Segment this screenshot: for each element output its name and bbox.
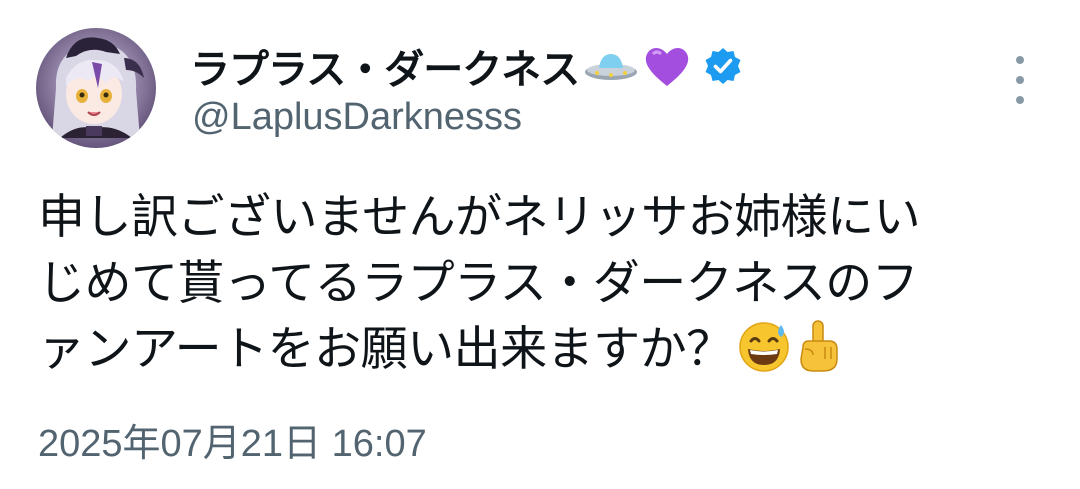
more-dot — [1016, 76, 1024, 84]
grinning-sweat-icon — [737, 319, 791, 391]
more-dot — [1016, 96, 1024, 104]
verified-badge-icon[interactable] — [703, 46, 743, 86]
more-vertical-icon[interactable] — [1004, 56, 1036, 104]
tweet-timestamp[interactable]: 2025年07月21日 16:07 — [38, 412, 427, 467]
tweet-card: ラプラス・ダークネス @LaplusDarknesss 申し訳ございませんがネリ… — [0, 0, 1080, 489]
display-name-row: ラプラス・ダークネス — [190, 38, 743, 94]
avatar-image — [36, 28, 156, 148]
display-name[interactable]: ラプラス・ダークネス — [190, 37, 580, 95]
pointing-up-icon — [795, 319, 841, 391]
more-dot — [1016, 56, 1024, 64]
tweet-text-line-content: ァンアートをお願い出来ますか？ — [38, 322, 733, 377]
tweet-text-line: じめて貰ってるラプラス・ダークネスのフ — [38, 256, 919, 311]
avatar[interactable] — [36, 28, 156, 148]
tweet-text-line: 申し訳ございませんがネリッサお姉様にい — [38, 190, 921, 245]
author-handle[interactable]: @LaplusDarknesss — [192, 96, 522, 139]
purple-heart-icon — [643, 44, 691, 88]
tweet-text-line-last: ァンアートをお願い出来ますか？ — [38, 317, 1048, 391]
ufo-icon — [583, 46, 639, 86]
tweet-text: 申し訳ございませんがネリッサお姉様にい じめて貰ってるラプラス・ダークネスのフ … — [38, 185, 1048, 391]
